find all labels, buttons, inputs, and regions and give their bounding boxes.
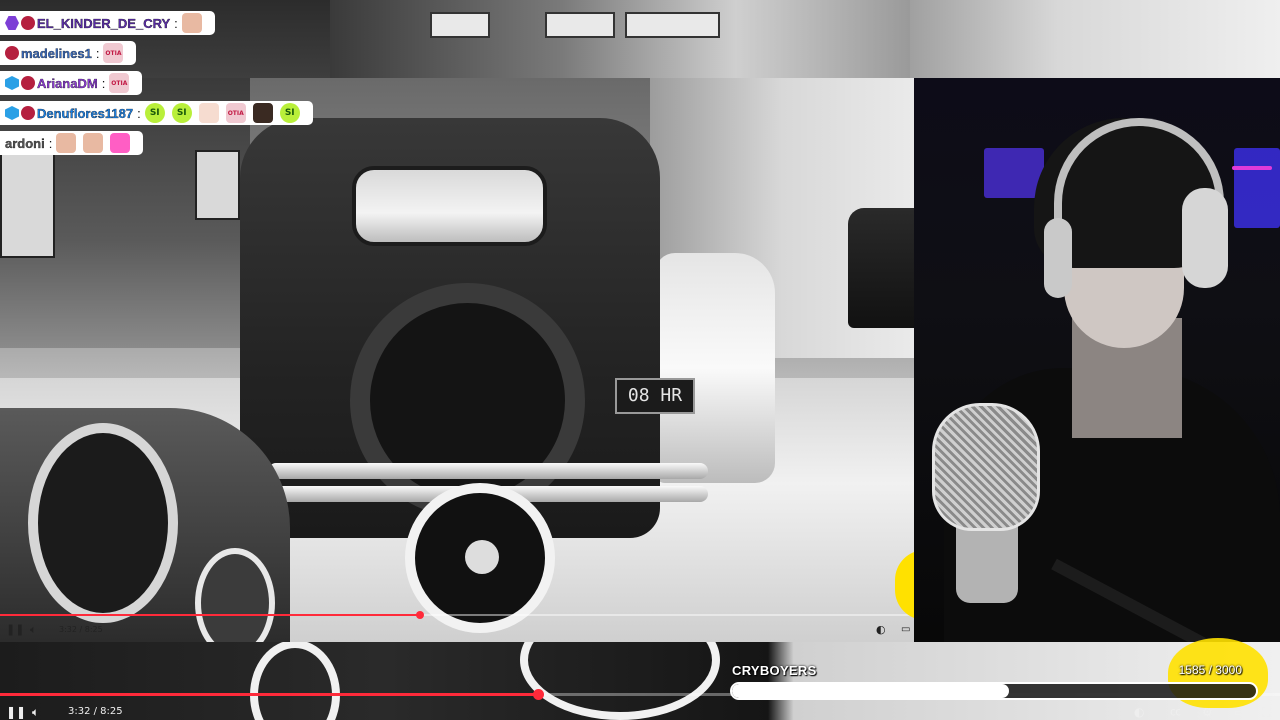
emote-dark-icon bbox=[252, 103, 273, 123]
chat-separator: : bbox=[48, 135, 53, 151]
emote-si-icon: SI bbox=[144, 103, 165, 123]
background-building bbox=[330, 0, 910, 78]
bear-badge-icon bbox=[5, 46, 19, 60]
emote-si-icon: SI bbox=[171, 103, 192, 123]
chat-message: Denuflores1187: SI SI OTIA SI bbox=[0, 101, 313, 125]
fullscreen-icon[interactable]: ⛶ bbox=[1262, 704, 1270, 720]
neon-light bbox=[1232, 166, 1272, 170]
background-street-right bbox=[910, 0, 1280, 78]
autoplay-toggle-icon[interactable]: ◐ bbox=[1134, 704, 1144, 720]
car-bumper bbox=[268, 463, 708, 479]
headphones-right bbox=[1182, 188, 1228, 288]
chat-separator: : bbox=[174, 15, 178, 31]
inner-progress-bar[interactable] bbox=[0, 611, 914, 619]
storefront-window bbox=[0, 148, 55, 258]
inner-time: 3:32 / 8:25 bbox=[59, 625, 103, 634]
inner-controls: ❚❚ 🔈︎ 3:32 / 8:25 ◐ ▭ bbox=[0, 622, 914, 640]
outer-progress-fill bbox=[0, 693, 538, 696]
chat-username[interactable]: Denuflores1187 bbox=[37, 105, 133, 120]
left-car-wheel bbox=[28, 423, 178, 623]
microphone-head bbox=[932, 403, 1040, 531]
pause-icon[interactable]: ❚❚ bbox=[6, 704, 26, 720]
goal-title: CRYBOYERS bbox=[732, 663, 817, 678]
emote-face-icon bbox=[56, 133, 77, 153]
goal-progress-fill bbox=[732, 684, 1009, 698]
chat-separator: : bbox=[95, 45, 100, 61]
inner-progress-fill bbox=[0, 614, 421, 616]
distant-car bbox=[848, 208, 914, 328]
outer-progress-knob[interactable] bbox=[532, 689, 544, 700]
bear-badge-icon bbox=[21, 16, 35, 30]
chat-message: EL_KINDER_DE_CRY: bbox=[0, 11, 215, 35]
volume-icon[interactable]: 🔈︎ bbox=[30, 622, 37, 638]
chat-message: madelines1: OTIA bbox=[0, 41, 137, 65]
storefront-window bbox=[195, 150, 240, 220]
chat-username[interactable]: EL_KINDER_DE_CRY bbox=[37, 15, 170, 30]
car-rear-window bbox=[352, 166, 547, 246]
car-hub bbox=[465, 540, 499, 574]
emote-otia-icon: OTIA bbox=[109, 73, 130, 93]
chat-username[interactable]: ardoni bbox=[5, 135, 45, 150]
background-sign bbox=[430, 12, 490, 38]
captions-icon[interactable]: ㏄ bbox=[1170, 704, 1181, 720]
pause-icon[interactable]: ❚❚ bbox=[6, 622, 24, 638]
emote-face-icon bbox=[181, 13, 202, 33]
car-spare-tire bbox=[350, 283, 585, 518]
captions-icon[interactable]: ▭ bbox=[901, 622, 910, 638]
headphones-left bbox=[1044, 218, 1072, 298]
chat-separator: : bbox=[137, 105, 141, 121]
background-sign bbox=[625, 12, 720, 38]
bear-badge-icon bbox=[21, 106, 35, 120]
emote-face-icon bbox=[83, 133, 104, 153]
hex-badge-icon bbox=[5, 16, 19, 30]
chat-username[interactable]: madelines1 bbox=[21, 45, 92, 60]
goal-count: 1585 / 3000 bbox=[1178, 663, 1242, 677]
license-plate: 08 HR bbox=[615, 378, 695, 414]
volume-icon[interactable]: 🔈︎ bbox=[32, 704, 39, 720]
cube-badge-icon bbox=[5, 106, 19, 120]
chat-message: ArianaDM: OTIA bbox=[0, 71, 143, 95]
emote-otia-icon: OTIA bbox=[103, 43, 124, 63]
emote-otia-icon: OTIA bbox=[225, 103, 246, 123]
outer-controls: ❚❚ 🔈︎ 3:32 / 8:25 ◐ ㏄ ⚙ ▭ ⛶ bbox=[0, 704, 1280, 720]
emote-bald-icon bbox=[198, 103, 219, 123]
chat-username[interactable]: ArianaDM bbox=[37, 75, 98, 90]
goal-progress-bar bbox=[730, 682, 1258, 700]
cube-badge-icon bbox=[5, 76, 19, 90]
chat-separator: : bbox=[101, 75, 106, 91]
emote-si-icon: SI bbox=[279, 103, 300, 123]
emote-pink-icon bbox=[110, 133, 131, 153]
neon-light bbox=[1234, 148, 1280, 228]
streamer-webcam bbox=[914, 78, 1280, 642]
white-car bbox=[655, 253, 775, 483]
inner-video-player[interactable]: 08 HR ❚❚ 🔈︎ 3:32 / 8:25 ◐ ▭ bbox=[0, 78, 914, 642]
background-sign bbox=[545, 12, 615, 38]
chat-message: ardoni: bbox=[0, 131, 144, 155]
bear-badge-icon bbox=[21, 76, 35, 90]
autoplay-toggle-icon[interactable]: ◐ bbox=[876, 622, 886, 638]
outer-time: 3:32 / 8:25 bbox=[68, 706, 123, 717]
